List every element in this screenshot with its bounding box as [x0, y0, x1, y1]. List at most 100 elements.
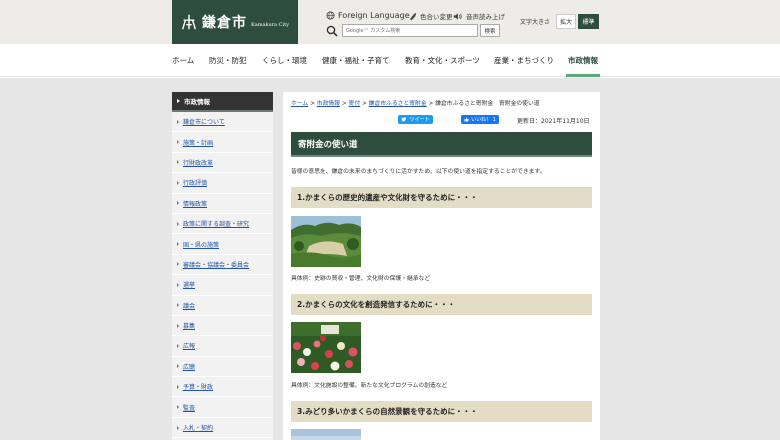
triangle-icon — [177, 262, 179, 267]
font-large-button[interactable]: 拡大 — [556, 14, 576, 29]
triangle-icon — [177, 303, 179, 308]
updated-date: 更新日：2021年11月10日 — [517, 118, 590, 125]
sidebar-item-label[interactable]: 審議会・協議会・委員会 — [183, 260, 249, 269]
breadcrumb-separator: > — [310, 101, 315, 107]
sidebar-item-label[interactable]: 広聴 — [183, 362, 195, 371]
nav-item-industry[interactable]: 産業・まちづくり — [494, 55, 554, 66]
sidebar-item[interactable]: 審議会・協議会・委員会 — [172, 255, 273, 276]
nav-active-indicator — [566, 74, 600, 77]
search-button[interactable]: 検索 — [480, 24, 500, 37]
sidebar-item[interactable]: 監査 — [172, 397, 273, 418]
color-change-link[interactable]: 色合い変更 — [408, 11, 453, 21]
nav-item-disaster[interactable]: 防災・防犯 — [209, 55, 247, 66]
foreign-language-label: Foreign Language — [338, 11, 410, 20]
sidebar-item-label[interactable]: 広報 — [183, 341, 195, 350]
font-standard-button[interactable]: 標準 — [578, 14, 599, 29]
site-logo[interactable]: 鎌倉市 Kamakura City — [172, 0, 298, 44]
breadcrumb-current: 鎌倉市ふるさと寄附金 寄附金の使い道 — [435, 101, 540, 107]
nav-item-home[interactable]: ホーム — [172, 55, 194, 66]
sidebar-item[interactable]: 国・県の施策 — [172, 234, 273, 255]
breadcrumb-link-home[interactable]: ホーム — [291, 101, 308, 107]
sidebar-item-label[interactable]: 議会 — [183, 301, 195, 310]
sidebar-item[interactable]: 行財政改革 — [172, 153, 273, 174]
triangle-icon — [177, 160, 179, 165]
city-emblem-icon — [182, 14, 196, 30]
sidebar-item[interactable]: 入札・契約 — [172, 418, 273, 439]
triangle-icon — [177, 201, 179, 206]
sidebar-item-label[interactable]: 行政評価 — [183, 178, 207, 187]
section-heading-3: 3.みどり多いかまくらの自然景観を守るために・・・ — [291, 401, 592, 422]
sidebar-item[interactable]: 行政評価 — [172, 173, 273, 194]
foreign-language-link[interactable]: Foreign Language — [326, 11, 410, 20]
sidebar-item[interactable]: 施策・計画 — [172, 132, 273, 153]
speaker-icon — [453, 12, 462, 20]
breadcrumb-separator: > — [428, 101, 434, 107]
voice-read-link[interactable]: 音声読み上げ — [453, 11, 505, 21]
section-caption-1: 具体例：史跡の買収・管理、文化財の保護・継承など — [291, 276, 431, 282]
sidebar: 市政情報 鎌倉市について 施策・計画 行財政改革 行政評価 情報政策 政策に関す… — [172, 92, 273, 440]
triangle-icon — [177, 323, 179, 328]
triangle-icon — [177, 180, 179, 185]
search-input[interactable] — [342, 24, 478, 37]
sidebar-item[interactable]: 議会 — [172, 296, 273, 316]
triangle-icon — [177, 242, 179, 247]
voice-read-label: 音声読み上げ — [466, 13, 505, 21]
sidebar-heading: 市政情報 — [172, 92, 273, 112]
logo-subtitle: Kamakura City — [251, 22, 289, 28]
breadcrumb-link-city-info[interactable]: 市政情報 — [317, 101, 340, 107]
triangle-icon — [177, 282, 179, 287]
breadcrumb-link-furusato[interactable]: 鎌倉市ふるさと寄附金 — [369, 101, 427, 107]
sidebar-item[interactable]: 広報 — [172, 336, 273, 357]
triangle-icon — [177, 221, 179, 226]
globe-icon — [326, 11, 335, 20]
sidebar-item[interactable]: 広聴 — [172, 357, 273, 378]
triangle-icon — [177, 384, 179, 389]
page-title: 寄附金の使い道 — [291, 132, 592, 157]
triangle-icon — [177, 405, 179, 410]
sidebar-item-label[interactable]: 行財政改革 — [183, 158, 213, 167]
sidebar-item-label[interactable]: 鎌倉市について — [183, 117, 225, 126]
sidebar-item-label[interactable]: 情報政策 — [183, 199, 207, 208]
photo-historical-site — [291, 216, 361, 267]
sidebar-item-label[interactable]: 監査 — [183, 403, 195, 412]
triangle-icon — [177, 364, 179, 369]
breadcrumb-separator: > — [361, 101, 367, 107]
sidebar-item-label[interactable]: 国・県の施策 — [183, 240, 219, 249]
like-button[interactable]: いいね！ 1 — [461, 115, 499, 124]
breadcrumb-link-donation[interactable]: 寄付 — [349, 101, 361, 107]
sidebar-item-label[interactable]: 入札・契約 — [183, 423, 213, 432]
nav-item-living[interactable]: くらし・環境 — [262, 55, 307, 66]
sidebar-item[interactable]: 鎌倉市について — [172, 112, 273, 133]
twitter-bird-icon — [401, 117, 407, 122]
search-icon — [326, 25, 338, 37]
sidebar-item-label[interactable]: 政策に関する調査・研究 — [183, 219, 249, 228]
nav-item-city-info[interactable]: 市政情報 — [568, 55, 598, 66]
triangle-icon — [177, 119, 179, 124]
nav-item-education[interactable]: 教育・文化・スポーツ — [405, 55, 480, 66]
global-nav: ホーム 防災・防犯 くらし・環境 健康・福祉・子育て 教育・文化・スポーツ 産業… — [0, 44, 780, 77]
breadcrumb-separator: > — [341, 101, 347, 107]
tweet-button[interactable]: ツイート — [398, 115, 433, 124]
photo-nature-landscape — [291, 429, 361, 440]
sidebar-item-label[interactable]: 選挙 — [183, 280, 195, 289]
triangle-icon — [177, 140, 179, 145]
color-change-label: 色合い変更 — [420, 13, 453, 21]
font-size-label: 文字大きさ — [520, 19, 551, 26]
sidebar-item[interactable]: 予算・財政 — [172, 377, 273, 398]
nav-item-health[interactable]: 健康・福祉・子育て — [322, 55, 390, 66]
sidebar-item[interactable]: 募集 — [172, 316, 273, 337]
sidebar-item-label[interactable]: 募集 — [183, 321, 195, 330]
triangle-icon — [177, 343, 179, 348]
site-header: 鎌倉市 Kamakura City Foreign Language 色合い変更… — [0, 0, 780, 44]
logo-name: 鎌倉市 — [202, 15, 247, 31]
sidebar-item[interactable]: 情報政策 — [172, 194, 273, 214]
sidebar-item[interactable]: 政策に関する調査・研究 — [172, 214, 273, 235]
sidebar-item[interactable]: 選挙 — [172, 275, 273, 296]
intro-text: 皆様の意思を、鎌倉の未来のまちづくりに活かすため、以下の使い道を指定することがで… — [291, 169, 546, 175]
sidebar-item-label[interactable]: 予算・財政 — [183, 382, 213, 391]
site-search: 検索 — [326, 24, 500, 37]
photo-rose-garden — [291, 322, 361, 373]
sidebar-item-label[interactable]: 施策・計画 — [183, 138, 213, 147]
main-content: ホーム > 市政情報 > 寄付 > 鎌倉市ふるさと寄附金 > 鎌倉市ふるさと寄附… — [283, 92, 600, 440]
triangle-icon — [177, 99, 180, 103]
